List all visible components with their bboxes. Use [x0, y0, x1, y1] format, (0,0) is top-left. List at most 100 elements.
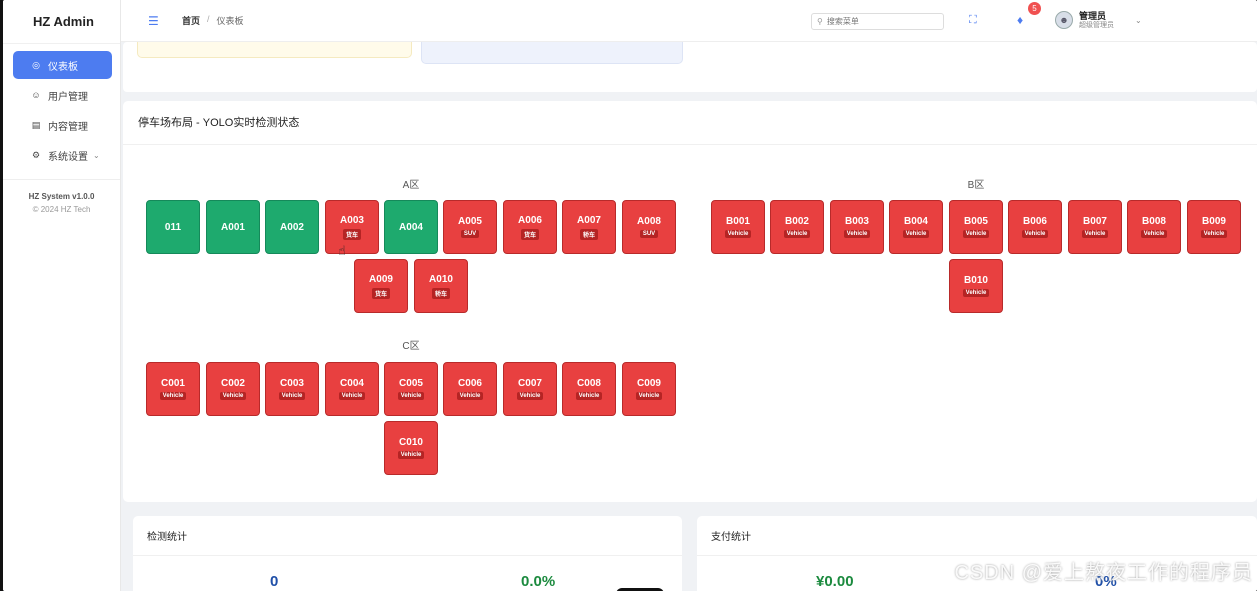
sidebar-item-settings[interactable]: ⚙ 系统设置 ⌄ — [13, 141, 112, 169]
parking-slot[interactable]: C003 Vehicle — [265, 362, 319, 416]
parking-slot[interactable]: B007 Vehicle — [1068, 200, 1122, 254]
chevron-down-icon[interactable]: ⌄ — [1135, 16, 1142, 25]
slot-id: C001 — [161, 378, 185, 389]
slot-id: B005 — [964, 216, 988, 227]
payment-amount: ¥0.00 — [816, 573, 854, 590]
gear-icon: ⚙ — [31, 149, 41, 160]
parking-slot[interactable]: A009 货车 — [354, 259, 408, 313]
slot-id: C003 — [280, 378, 304, 389]
fullscreen-icon[interactable]: ⛶ — [969, 14, 977, 27]
parking-slot[interactable]: A004 — [384, 200, 438, 254]
slot-id: A010 — [429, 273, 453, 285]
parking-slot[interactable]: A007 轿车 — [562, 200, 616, 254]
vehicle-type-tag: Vehicle — [962, 289, 990, 297]
document-icon: ▤ — [31, 119, 41, 130]
sidebar-item-users[interactable]: ☺ 用户管理 — [13, 81, 112, 109]
parking-layout-card: 停车场布局 - YOLO实时检测状态 A区 B区 C区 011 A001 A00… — [123, 101, 1257, 502]
parking-slot[interactable]: B005 Vehicle — [949, 200, 1003, 254]
sidebar-item-dashboard[interactable]: ◎ 仪表板 — [13, 51, 112, 79]
avatar[interactable]: ☻ — [1055, 11, 1073, 29]
parking-slot[interactable]: B002 Vehicle — [770, 200, 824, 254]
slot-id: B003 — [845, 216, 869, 227]
menu-toggle-icon[interactable]: ☰ — [148, 14, 160, 28]
vehicle-type-tag: Vehicle — [1021, 230, 1049, 238]
vehicle-type-tag: SUV — [460, 230, 480, 238]
parking-slot[interactable]: B006 Vehicle — [1008, 200, 1062, 254]
parking-slot[interactable]: A001 — [206, 200, 260, 254]
parking-slot[interactable]: C006 Vehicle — [443, 362, 497, 416]
card-title: 检测统计 — [133, 516, 682, 556]
system-version: HZ System v1.0.0 — [28, 192, 95, 201]
slot-id: A009 — [369, 273, 393, 285]
overview-card-yellow — [137, 42, 412, 58]
parking-slot[interactable]: C007 Vehicle — [503, 362, 557, 416]
parking-slot[interactable]: A003 货车 — [325, 200, 379, 254]
parking-slot[interactable]: 011 — [146, 200, 200, 254]
sidebar-item-content[interactable]: ▤ 内容管理 — [13, 111, 112, 139]
zone-label-a: A区 — [402, 180, 420, 191]
search-input[interactable] — [826, 17, 927, 26]
slot-id: B001 — [726, 216, 750, 227]
vehicle-type-tag: Vehicle — [219, 392, 247, 400]
parking-slot[interactable]: C009 Vehicle — [622, 362, 676, 416]
parking-slot[interactable]: C002 Vehicle — [206, 362, 260, 416]
breadcrumb-home[interactable]: 首页 — [182, 14, 200, 27]
parking-slot[interactable]: C005 Vehicle — [384, 362, 438, 416]
vehicle-type-tag: Vehicle — [902, 230, 930, 238]
vehicle-type-tag: SUV — [639, 230, 659, 238]
vehicle-type-tag: 轿车 — [579, 228, 598, 240]
parking-slot[interactable]: C010 Vehicle — [384, 421, 438, 475]
parking-slot[interactable]: B010 Vehicle — [949, 259, 1003, 313]
watermark: CSDN @爱上熬夜工作的程序员 — [954, 562, 1253, 584]
vehicle-type-tag: 轿车 — [431, 287, 450, 299]
parking-slot[interactable]: A006 货车 — [503, 200, 557, 254]
app-frame: HZ Admin ◎ 仪表板 ☺ 用户管理 ▤ 内容管理 ⚙ 系统设置 ⌄ HZ… — [3, 0, 1257, 591]
breadcrumb: 首页 / 仪表板 — [182, 14, 244, 27]
vehicle-type-tag: Vehicle — [397, 451, 425, 459]
slot-id: A004 — [399, 221, 423, 233]
slot-id: C002 — [221, 378, 245, 389]
slot-id: C008 — [577, 378, 601, 389]
vehicle-type-tag: Vehicle — [338, 392, 366, 400]
parking-slot[interactable]: C001 Vehicle — [146, 362, 200, 416]
slot-id: C006 — [458, 378, 482, 389]
slot-id: 011 — [164, 221, 182, 233]
vehicle-type-tag: Vehicle — [783, 230, 811, 238]
app-logo: HZ Admin — [3, 0, 120, 44]
overview-card-blue — [421, 42, 683, 64]
slot-id: B007 — [1083, 216, 1107, 227]
slot-id: C007 — [518, 378, 542, 389]
user-menu[interactable]: 管理员 超级管理员 — [1079, 11, 1114, 31]
user-name: 管理员 — [1079, 11, 1107, 21]
user-role: 超级管理员 — [1079, 22, 1114, 29]
notification-badge: 5 — [1028, 2, 1041, 15]
parking-slot[interactable]: A002 — [265, 200, 319, 254]
vehicle-type-tag: Vehicle — [159, 392, 187, 400]
detection-count: 0 — [270, 573, 279, 590]
zone-label-b: B区 — [967, 180, 985, 191]
vehicle-type-tag: Vehicle — [724, 230, 752, 238]
parking-slot[interactable]: A010 轿车 — [414, 259, 468, 313]
vehicle-type-tag: Vehicle — [575, 392, 603, 400]
vehicle-type-tag: 货车 — [520, 228, 539, 240]
parking-slot[interactable]: A008 SUV — [622, 200, 676, 254]
vehicle-type-tag: Vehicle — [843, 230, 871, 238]
user-icon: ☺ — [31, 90, 41, 100]
slot-id: C009 — [637, 378, 661, 389]
bell-icon[interactable]: ♦ — [1017, 13, 1023, 27]
vehicle-type-tag: Vehicle — [456, 392, 484, 400]
parking-slot[interactable]: B009 Vehicle — [1187, 200, 1241, 254]
parking-slot[interactable]: C004 Vehicle — [325, 362, 379, 416]
search-icon: ⚲ — [817, 17, 823, 26]
slot-id: B006 — [1023, 216, 1047, 227]
search-box[interactable]: ⚲ — [811, 13, 944, 30]
parking-slot[interactable]: B008 Vehicle — [1127, 200, 1181, 254]
parking-slot[interactable]: A005 SUV — [443, 200, 497, 254]
detection-stats-card: 检测统计 0 0.0% — [133, 516, 682, 591]
parking-slot[interactable]: B003 Vehicle — [830, 200, 884, 254]
slot-id: A003 — [340, 214, 364, 226]
parking-slot[interactable]: B001 Vehicle — [711, 200, 765, 254]
slot-id: C004 — [340, 378, 364, 389]
parking-slot[interactable]: C008 Vehicle — [562, 362, 616, 416]
parking-slot[interactable]: B004 Vehicle — [889, 200, 943, 254]
